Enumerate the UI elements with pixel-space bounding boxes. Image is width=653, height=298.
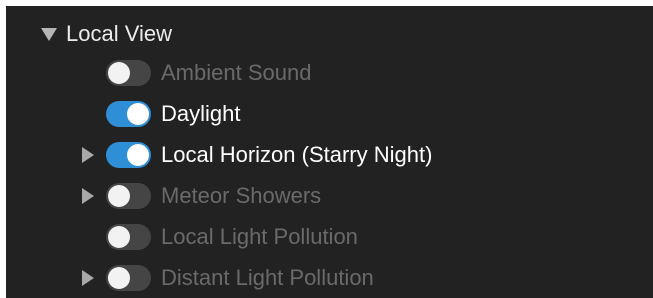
- toggle-knob: [127, 144, 149, 166]
- local-view-panel: Local View Ambient Sound Daylight Local …: [6, 6, 653, 298]
- triangle-right-icon[interactable]: [82, 270, 94, 286]
- meteor-showers-toggle[interactable]: [106, 183, 151, 209]
- distant-light-pollution-label[interactable]: Distant Light Pollution: [161, 265, 374, 291]
- toggle-knob: [108, 62, 130, 84]
- triangle-down-icon[interactable]: [41, 28, 57, 41]
- toggle-knob: [127, 103, 149, 125]
- option-row-local-horizon: Local Horizon (Starry Night): [6, 135, 646, 175]
- toggle-knob: [108, 185, 130, 207]
- ambient-sound-toggle[interactable]: [106, 60, 151, 86]
- distant-light-pollution-toggle[interactable]: [106, 265, 151, 291]
- local-horizon-label[interactable]: Local Horizon (Starry Night): [161, 142, 432, 168]
- ambient-sound-label[interactable]: Ambient Sound: [161, 60, 311, 86]
- local-light-pollution-label[interactable]: Local Light Pollution: [161, 224, 358, 250]
- option-row-distant-light-pollution: Distant Light Pollution: [6, 258, 646, 298]
- option-row-local-light-pollution: Local Light Pollution: [6, 217, 646, 257]
- daylight-toggle[interactable]: [106, 101, 151, 127]
- meteor-showers-label[interactable]: Meteor Showers: [161, 183, 321, 209]
- daylight-label[interactable]: Daylight: [161, 101, 240, 127]
- toggle-knob: [108, 267, 130, 289]
- option-row-meteor-showers: Meteor Showers: [6, 176, 646, 216]
- triangle-right-icon[interactable]: [82, 147, 94, 163]
- triangle-right-icon[interactable]: [82, 188, 94, 204]
- section-title: Local View: [66, 21, 172, 46]
- toggle-knob: [108, 226, 130, 248]
- local-horizon-toggle[interactable]: [106, 142, 151, 168]
- option-row-daylight: Daylight: [6, 94, 646, 134]
- local-light-pollution-toggle[interactable]: [106, 224, 151, 250]
- local-view-header[interactable]: Local View: [41, 18, 172, 50]
- option-row-ambient-sound: Ambient Sound: [6, 53, 646, 93]
